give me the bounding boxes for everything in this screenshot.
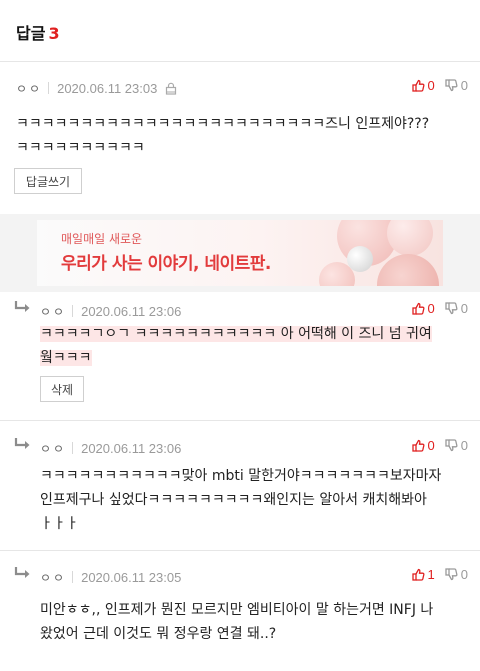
ad-banner[interactable]: 매일매일 새로운 우리가 사는 이야기, 네이트판. bbox=[37, 220, 443, 286]
reply-author: ㅇㅇ bbox=[40, 570, 67, 585]
banner-subtitle: 매일매일 새로운 bbox=[61, 232, 143, 246]
reply-text-line: 미안ㅎㅎ,, 인프제가 뭔진 모르지만 엠비티아이 말 하는거면 INFJ 나 bbox=[40, 602, 434, 618]
meta-separator bbox=[72, 442, 74, 454]
downvote-count: 0 bbox=[460, 300, 468, 316]
reply-meta: ㅇㅇ 2020.06.11 23:06 bbox=[40, 438, 181, 458]
meta-separator bbox=[72, 571, 74, 583]
thumbs-down-icon bbox=[445, 301, 458, 314]
reply-text-line: 인프제구나 싶었다ㅋㅋㅋㅋㅋㅋㅋㅋㅋ왜인지는 알아서 캐치해봐아 bbox=[40, 492, 427, 508]
reply-author: ㅇㅇ bbox=[40, 441, 67, 456]
comment-text-line: ㅋㅋㅋㅋㅋㅋㅋㅋㅋㅋㅋㅋㅋㅋㅋㅋㅋㅋㅋㅋㅋㅋㅋㅋ즈니 인프제야??? bbox=[16, 116, 430, 132]
delete-button[interactable]: 삭제 bbox=[40, 376, 84, 402]
divider bbox=[0, 420, 480, 421]
downvote-count: 0 bbox=[460, 437, 468, 453]
replies-count: 3 bbox=[48, 24, 60, 43]
comment-author: ㅇㅇ bbox=[16, 81, 43, 96]
reply-date: 2020.06.11 23:06 bbox=[81, 303, 182, 319]
upvote-count: 1 bbox=[427, 566, 435, 582]
reply-text-line: 왔었어 근데 이것도 뭐 정우랑 연결 돼..? bbox=[40, 626, 277, 642]
reply-date: 2020.06.11 23:06 bbox=[81, 440, 182, 456]
meta-separator bbox=[72, 305, 74, 317]
reply-body: 미안ㅎㅎ,, 인프제가 뭔진 모르지만 엠비티아이 말 하는거면 INFJ 나 … bbox=[40, 598, 433, 646]
replies-title: 답글 3 bbox=[16, 20, 60, 44]
reply-text-line: ㅋㅋㅋㅋㅋㅋㅋㅋㅋㅋㅋ맞아 mbti 말한거야ㅋㅋㅋㅋㅋㅋㅋ보자마자 bbox=[40, 468, 442, 484]
reply-text-line: 웤ㅋㅋㅋ bbox=[40, 350, 92, 366]
thumbs-up-icon bbox=[411, 439, 425, 452]
upvote-button[interactable]: 0 bbox=[411, 437, 435, 453]
downvote-button[interactable]: 0 bbox=[445, 301, 468, 316]
downvote-count: 0 bbox=[460, 566, 468, 582]
thumbs-down-icon bbox=[445, 567, 458, 580]
upvote-button[interactable]: 0 bbox=[411, 300, 435, 316]
reply-votes: 0 0 bbox=[411, 435, 468, 455]
meta-separator bbox=[48, 82, 50, 94]
comment-text-line: ㅋㅋㅋㅋㅋㅋㅋㅋㅋㅋ bbox=[16, 140, 145, 156]
upvote-count: 0 bbox=[427, 77, 435, 93]
divider bbox=[0, 550, 480, 551]
replies-header: 답글 3 bbox=[0, 0, 480, 62]
reply-arrow-icon bbox=[14, 437, 32, 451]
banner-title: 우리가 사는 이야기, 네이트판. bbox=[61, 254, 271, 274]
lock-icon[interactable] bbox=[165, 82, 177, 95]
write-reply-button[interactable]: 답글쓰기 bbox=[14, 168, 82, 194]
thumbs-up-icon bbox=[411, 79, 425, 92]
reply-votes: 1 0 bbox=[411, 564, 468, 584]
ad-banner-area: 매일매일 새로운 우리가 사는 이야기, 네이트판. bbox=[0, 214, 480, 292]
upvote-count: 0 bbox=[427, 300, 435, 316]
reply-arrow-icon bbox=[14, 300, 32, 314]
upvote-button[interactable]: 1 bbox=[411, 566, 435, 582]
thumbs-up-icon bbox=[411, 302, 425, 315]
reply-date: 2020.06.11 23:05 bbox=[81, 569, 182, 585]
comment-date: 2020.06.11 23:03 bbox=[57, 80, 158, 96]
thumbs-down-icon bbox=[445, 78, 458, 91]
reply-author: ㅇㅇ bbox=[40, 304, 67, 319]
balloon-decoration bbox=[387, 220, 433, 256]
downvote-button[interactable]: 0 bbox=[445, 438, 468, 453]
upvote-button[interactable]: 0 bbox=[411, 77, 435, 93]
reply-text-line: ㅏㅏㅏ bbox=[40, 516, 79, 532]
reply-body: ㅋㅋㅋㅋㅋㅋㅋㅋㅋㅋㅋ맞아 mbti 말한거야ㅋㅋㅋㅋㅋㅋㅋ보자마자 인프제구나… bbox=[40, 464, 441, 536]
downvote-button[interactable]: 0 bbox=[445, 567, 468, 582]
upvote-count: 0 bbox=[427, 437, 435, 453]
reply-arrow-icon bbox=[14, 566, 32, 580]
comment-votes: 0 0 bbox=[411, 75, 468, 95]
downvote-button[interactable]: 0 bbox=[445, 78, 468, 93]
thumbs-down-icon bbox=[445, 438, 458, 451]
comment-body: ㅋㅋㅋㅋㅋㅋㅋㅋㅋㅋㅋㅋㅋㅋㅋㅋㅋㅋㅋㅋㅋㅋㅋㅋ즈니 인프제야??? ㅋㅋㅋㅋㅋ… bbox=[16, 112, 429, 160]
thumbs-up-icon bbox=[411, 568, 425, 581]
reply-votes: 0 0 bbox=[411, 298, 468, 318]
downvote-count: 0 bbox=[460, 77, 468, 93]
replies-title-label: 답글 bbox=[16, 24, 46, 43]
reply-text-line: ㅋㅋㅋㅋㄱㅇㄱ ㅋㅋㅋㅋㅋㅋㅋㅋㅋㅋㅋ 아 어떡해 이 즈니 넘 귀여 bbox=[40, 326, 432, 342]
reply-meta: ㅇㅇ 2020.06.11 23:05 bbox=[40, 567, 181, 587]
reply-body: ㅋㅋㅋㅋㄱㅇㄱ ㅋㅋㅋㅋㅋㅋㅋㅋㅋㅋㅋ 아 어떡해 이 즈니 넘 귀여 웤ㅋㅋㅋ bbox=[40, 322, 432, 370]
reply-meta: ㅇㅇ 2020.06.11 23:06 bbox=[40, 301, 181, 321]
comment-meta: ㅇㅇ 2020.06.11 23:03 bbox=[16, 78, 177, 98]
